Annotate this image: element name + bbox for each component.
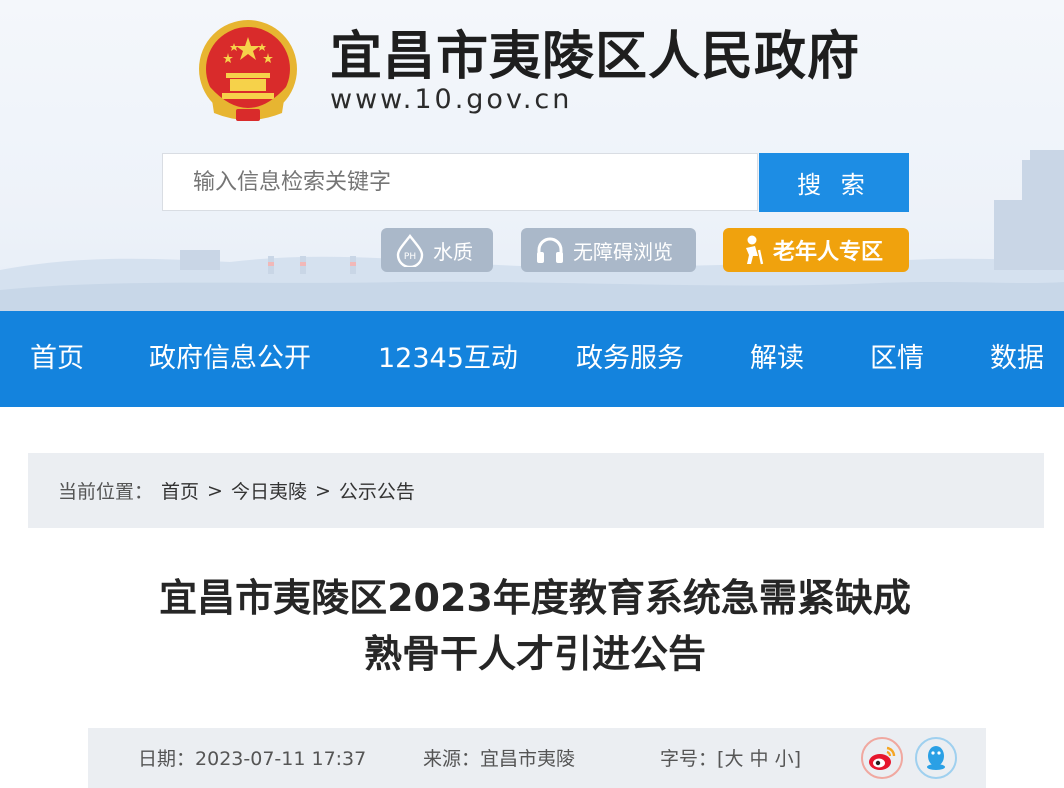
headphones-icon bbox=[537, 237, 563, 263]
nav-item-interpretation[interactable]: 解读 bbox=[750, 311, 804, 407]
article-source: 来源：宜昌市夷陵 bbox=[423, 744, 575, 771]
elder-zone-label: 老年人专区 bbox=[773, 240, 884, 265]
site-url: www.10.gov.cn bbox=[330, 84, 573, 115]
breadcrumb-today-link[interactable]: 今日夷陵 bbox=[231, 477, 307, 504]
date-value: 2023-07-11 17:37 bbox=[195, 748, 367, 770]
site-title: 宜昌市夷陵区人民政府 bbox=[330, 26, 861, 87]
breadcrumb-notice-link[interactable]: 公示公告 bbox=[339, 477, 415, 504]
nav-item-12345[interactable]: 12345互动 bbox=[378, 311, 518, 407]
date-label: 日期： bbox=[138, 748, 196, 770]
water-quality-label: 水质 bbox=[433, 239, 473, 264]
accessibility-button[interactable]: 无障碍浏览 bbox=[521, 228, 696, 272]
font-size-small[interactable]: 小 bbox=[775, 748, 794, 770]
water-quality-button[interactable]: PH 水质 bbox=[381, 228, 493, 272]
breadcrumb-prefix: 当前位置： bbox=[58, 481, 154, 503]
font-size-label: 字号： bbox=[660, 748, 718, 770]
search-input[interactable] bbox=[162, 153, 758, 211]
water-quality-icon: PH bbox=[396, 234, 424, 267]
font-size-switcher: 字号：[大 中 小] bbox=[660, 744, 801, 771]
accessibility-label: 无障碍浏览 bbox=[573, 239, 673, 264]
font-size-large[interactable]: 大 bbox=[724, 748, 743, 770]
article-title-line: 熟骨干人才引进公告 bbox=[363, 632, 706, 676]
breadcrumb: 当前位置： 首页 > 今日夷陵 > 公示公告 bbox=[28, 453, 1044, 528]
site-header: 宜昌市夷陵区人民政府 www.10.gov.cn 搜 索 PH 水质 无障碍浏览… bbox=[0, 0, 1064, 311]
article-title-line: 宜昌市夷陵区2023年度教育系统急需紧缺成 bbox=[159, 576, 911, 620]
article-date: 日期：2023-07-11 17:37 bbox=[138, 744, 366, 771]
search-button[interactable]: 搜 索 bbox=[759, 153, 909, 212]
elder-icon bbox=[746, 235, 764, 265]
nav-item-data[interactable]: 数据 bbox=[990, 311, 1044, 407]
breadcrumb-home-link[interactable]: 首页 bbox=[161, 477, 199, 504]
qq-icon[interactable] bbox=[914, 736, 958, 780]
breadcrumb-separator: > bbox=[314, 479, 331, 502]
source-label: 来源： bbox=[423, 748, 481, 770]
nav-item-home[interactable]: 首页 bbox=[30, 311, 84, 407]
elder-zone-button[interactable]: 老年人专区 bbox=[723, 228, 909, 272]
main-nav: 首页 政府信息公开 12345互动 政务服务 解读 区情 数据 bbox=[0, 311, 1064, 407]
font-size-medium[interactable]: 中 bbox=[750, 748, 769, 770]
svg-text:PH: PH bbox=[404, 252, 416, 262]
source-value: 宜昌市夷陵 bbox=[480, 748, 576, 770]
weibo-icon[interactable] bbox=[860, 736, 904, 780]
article-title: 宜昌市夷陵区2023年度教育系统急需紧缺成 熟骨干人才引进公告 bbox=[100, 570, 970, 682]
nav-item-services[interactable]: 政务服务 bbox=[576, 311, 684, 407]
breadcrumb-separator: > bbox=[207, 479, 223, 502]
nav-item-gov-info[interactable]: 政府信息公开 bbox=[149, 311, 311, 407]
national-emblem-icon bbox=[199, 20, 297, 121]
nav-item-district[interactable]: 区情 bbox=[870, 311, 924, 407]
font-size-bracket: ] bbox=[793, 748, 801, 770]
